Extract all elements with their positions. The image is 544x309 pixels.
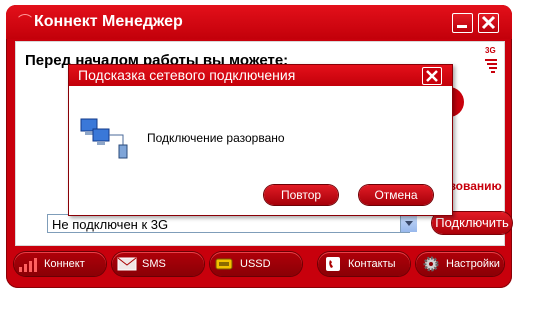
contacts-icon <box>326 257 340 271</box>
nav-label: SMS <box>142 258 166 270</box>
close-button[interactable] <box>478 13 499 33</box>
nav-item-contacts[interactable]: Контакты <box>318 252 410 276</box>
signal-bar <box>489 67 497 69</box>
usage-link[interactable]: зованию <box>450 179 502 193</box>
bottom-nav: Коннект SMS USSD Контакты Настройки <box>12 250 506 280</box>
nav-item-connect[interactable]: Коннект <box>14 252 106 276</box>
network-computers-icon <box>80 118 128 159</box>
network-type-label: 3G <box>485 46 496 55</box>
close-icon <box>426 70 438 82</box>
ussd-icon <box>215 258 233 270</box>
minimize-button[interactable] <box>452 13 473 33</box>
nav-label: Настройки <box>446 258 500 270</box>
envelope-icon <box>117 257 137 271</box>
nav-item-sms[interactable]: SMS <box>112 252 204 276</box>
dialog-close-button[interactable] <box>422 67 442 85</box>
vodafone-logo-icon: ⌒ <box>18 13 32 29</box>
nav-label: Коннект <box>44 258 85 270</box>
signal-bar <box>491 71 495 73</box>
dialog-titlebar[interactable]: Подсказка сетевого подключения <box>69 65 452 86</box>
dropdown-arrow-button[interactable] <box>400 215 417 232</box>
connection-hint-dialog: Подсказка сетевого подключения Подключен… <box>68 64 453 216</box>
app-title: Коннект Менеджер <box>34 13 183 30</box>
signal-bar <box>485 59 497 61</box>
nav-item-ussd[interactable]: USSD <box>210 252 302 276</box>
retry-button[interactable]: Повтор <box>264 185 338 205</box>
cancel-button[interactable]: Отмена <box>359 185 433 205</box>
app-titlebar[interactable]: ⌒ Коннект Менеджер <box>6 5 512 39</box>
nav-label: Контакты <box>348 258 396 270</box>
signal-bars-icon <box>19 258 37 272</box>
signal-bar <box>487 63 497 65</box>
nav-label: USSD <box>240 258 271 270</box>
connection-profile-select[interactable]: Не подключен к 3G <box>47 214 410 233</box>
network-signal-indicator: 3G <box>481 46 501 74</box>
gear-icon <box>423 256 439 272</box>
nav-item-settings[interactable]: Настройки <box>416 252 504 276</box>
close-icon <box>481 15 496 30</box>
minimize-icon <box>457 25 467 28</box>
chevron-down-icon <box>405 221 413 226</box>
dialog-title: Подсказка сетевого подключения <box>78 67 296 83</box>
dialog-message: Подключение разорвано <box>147 131 285 145</box>
